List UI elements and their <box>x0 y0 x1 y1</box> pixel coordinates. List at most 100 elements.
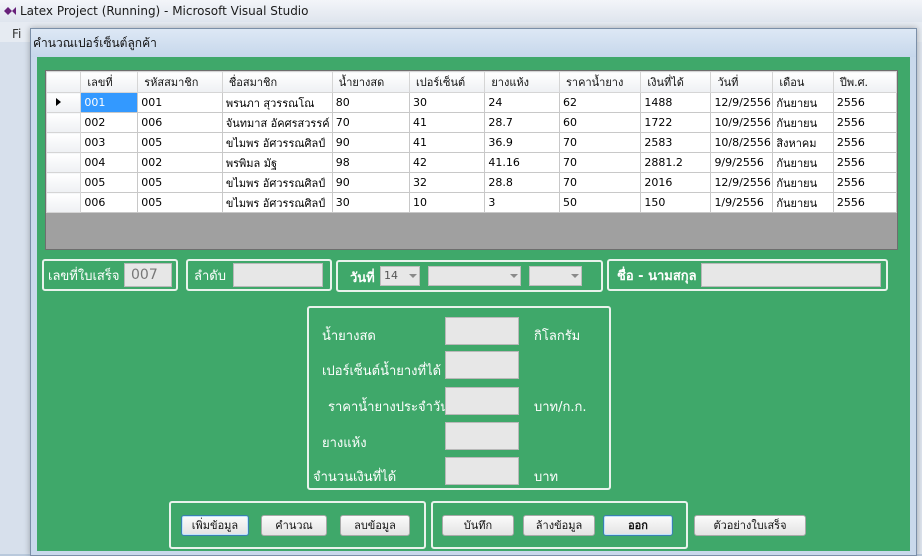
grid-cell[interactable]: 006 <box>137 112 223 133</box>
grid-cell[interactable]: 41 <box>408 112 486 133</box>
month-combo[interactable] <box>428 266 521 286</box>
add-button[interactable]: เพิ่มข้อมูล <box>181 515 249 536</box>
row-header[interactable] <box>46 112 82 133</box>
grid-cell[interactable]: 002 <box>137 152 223 173</box>
dry-rubber-field[interactable] <box>445 422 519 450</box>
row-header[interactable] <box>46 192 82 213</box>
grid-cell[interactable]: 006 <box>80 192 139 213</box>
grid-cell[interactable]: 62 <box>559 92 642 113</box>
grid-cell[interactable]: 2016 <box>640 172 712 193</box>
grid-cell[interactable]: กันยายน <box>772 112 834 133</box>
grid-cell[interactable]: 28.8 <box>484 172 561 193</box>
grid-cell[interactable]: ขไมพร อัศวรรณศิลป์ <box>221 192 333 213</box>
grid-cell[interactable]: 2556 <box>832 112 897 133</box>
grid-cell[interactable]: กันยายน <box>772 192 834 213</box>
grid-cell[interactable]: 005 <box>80 172 139 193</box>
name-field[interactable] <box>701 263 881 287</box>
grid-cell[interactable]: 1488 <box>640 92 712 113</box>
grid-cell[interactable]: ขไมพร อัศวรรณศิลป์ <box>221 172 333 193</box>
table-row[interactable]: 003 005 ขไมพร อัศวรรณศิลป์ 90 41 36.9 70 2583 10… <box>46 132 897 153</box>
col-header-fresh-latex[interactable]: น้ำยางสด <box>331 71 410 93</box>
grid-cell[interactable]: 41.16 <box>484 152 561 173</box>
clear-button[interactable]: ล้างข้อมูล <box>523 515 595 536</box>
percent-field[interactable] <box>445 351 519 379</box>
grid-cell[interactable]: 9/9/2556 <box>710 152 774 173</box>
grid-cell[interactable]: 001 <box>80 92 139 113</box>
row-header[interactable] <box>46 132 82 153</box>
grid-cell[interactable]: จันทมาส อัคศรสวรรค์ <box>221 112 333 133</box>
grid-cell[interactable]: 2583 <box>640 132 712 153</box>
grid-cell[interactable]: 80 <box>331 92 410 113</box>
grid-cell[interactable]: 70 <box>559 152 642 173</box>
price-field[interactable] <box>445 387 519 415</box>
receipt-sample-button[interactable]: ตัวอย่างใบเสร็จ <box>694 515 806 536</box>
table-row[interactable]: 004 002 พรพิมล มัฐ 98 42 41.16 70 2881.2 9/9/255… <box>46 152 897 173</box>
delete-button[interactable]: ลบข้อมูล <box>340 515 410 536</box>
grid-cell[interactable]: 2556 <box>832 92 897 113</box>
grid-cell[interactable]: พรพิมล มัฐ <box>221 152 333 173</box>
grid-cell[interactable]: 42 <box>408 152 486 173</box>
grid-cell[interactable]: 2556 <box>832 172 897 193</box>
row-header[interactable] <box>46 92 82 113</box>
grid-cell[interactable]: 10 <box>408 192 486 213</box>
col-header-dry-rubber[interactable]: ยางแห้ง <box>484 71 561 93</box>
table-row[interactable]: 001 001 พรนภา สุวรรณโณ 80 30 24 62 1488 12/9/255… <box>46 92 897 113</box>
grid-cell[interactable]: 12/9/2556 <box>710 92 774 113</box>
grid-cell[interactable]: 30 <box>408 92 486 113</box>
col-header-member-name[interactable]: ชื่อสมาชิก <box>221 71 333 93</box>
grid-cell[interactable]: พรนภา สุวรรณโณ <box>221 92 333 113</box>
grid-cell[interactable]: กันยายน <box>772 152 834 173</box>
year-combo[interactable] <box>529 266 582 286</box>
grid-cell[interactable]: 2556 <box>832 192 897 213</box>
table-row[interactable]: 006 005 ขไมพร อัศวรรณศิลป์ 30 10 3 50 150 1/9/25… <box>46 192 897 213</box>
grid-cell[interactable]: 10/9/2556 <box>710 112 774 133</box>
col-header-member-id[interactable]: รหัสสมาชิก <box>137 71 223 93</box>
day-combo[interactable]: 14 <box>380 266 420 286</box>
grid-cell[interactable]: ขไมพร อัศวรรณศิลป์ <box>221 132 333 153</box>
grid-cell[interactable]: 1722 <box>640 112 712 133</box>
col-header-no[interactable]: เลขที่ <box>80 71 139 93</box>
grid-cell[interactable]: 90 <box>331 132 410 153</box>
table-row[interactable]: 005 005 ขไมพร อัศวรรณศิลป์ 90 32 28.8 70 2016 12… <box>46 172 897 193</box>
row-header[interactable] <box>46 172 82 193</box>
receipt-number-field[interactable]: 007 <box>124 263 172 287</box>
grid-cell[interactable]: 002 <box>80 112 139 133</box>
grid-cell[interactable]: 24 <box>484 92 561 113</box>
grid-cell[interactable]: 3 <box>484 192 561 213</box>
grid-cell[interactable]: 1/9/2556 <box>710 192 774 213</box>
grid-cell[interactable]: 70 <box>331 112 410 133</box>
grid-cell[interactable]: 004 <box>80 152 139 173</box>
grid-cell[interactable]: กันยายน <box>772 172 834 193</box>
grid-cell[interactable]: 005 <box>137 172 223 193</box>
grid-cell[interactable]: 28.7 <box>484 112 561 133</box>
table-row[interactable]: 002 006 จันทมาส อัคศรสวรรค์ 70 41 28.7 60 1722 1… <box>46 112 897 133</box>
vs-menu-file[interactable]: Fi <box>12 24 21 44</box>
col-header-percent[interactable]: เปอร์เซ็นต์ <box>408 71 486 93</box>
grid-cell[interactable]: 150 <box>640 192 712 213</box>
grid-cell[interactable]: 36.9 <box>484 132 561 153</box>
grid-cell[interactable]: สิงหาคม <box>772 132 834 153</box>
grid-cell[interactable]: 10/8/2556 <box>710 132 774 153</box>
col-header-latex-price[interactable]: ราคาน้ำยาง <box>559 71 642 93</box>
grid-cell[interactable]: 98 <box>331 152 410 173</box>
grid-cell[interactable]: 60 <box>559 112 642 133</box>
row-header[interactable] <box>46 152 82 173</box>
amount-field[interactable] <box>445 457 519 485</box>
grid-cell[interactable]: 2556 <box>832 152 897 173</box>
calculate-button[interactable]: คำนวณ <box>261 515 327 536</box>
exit-button[interactable]: ออก <box>603 515 673 536</box>
grid-cell[interactable]: 2881.2 <box>640 152 712 173</box>
grid-cell[interactable]: 32 <box>408 172 486 193</box>
grid-cell[interactable]: 41 <box>408 132 486 153</box>
col-header-year[interactable]: ปีพ.ศ. <box>832 71 897 93</box>
grid-cell[interactable]: 90 <box>331 172 410 193</box>
grid-cell[interactable]: 003 <box>80 132 139 153</box>
grid-cell[interactable]: 12/9/2556 <box>710 172 774 193</box>
col-header-month[interactable]: เดือน <box>772 71 834 93</box>
grid-cell[interactable]: 005 <box>137 192 223 213</box>
grid-cell[interactable]: 001 <box>137 92 223 113</box>
grid-cell[interactable]: 30 <box>331 192 410 213</box>
order-field[interactable] <box>233 263 323 287</box>
save-button[interactable]: บันทึก <box>442 515 514 536</box>
grid-cell[interactable]: 2556 <box>832 132 897 153</box>
